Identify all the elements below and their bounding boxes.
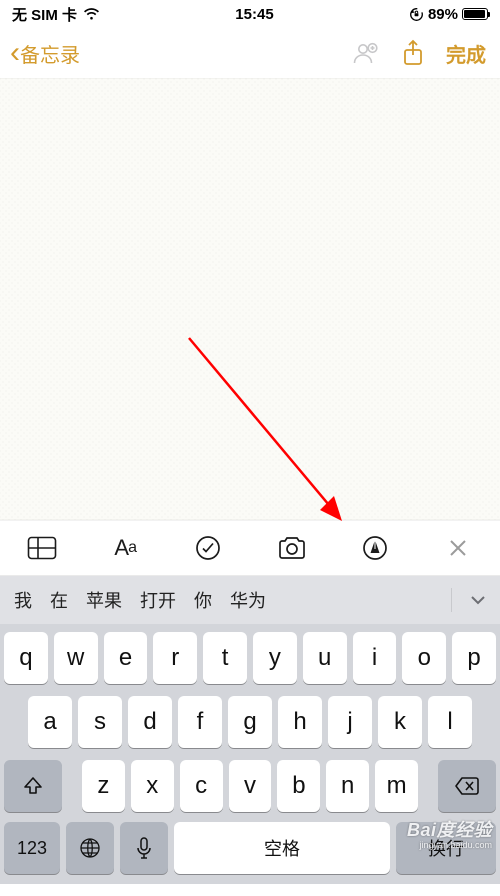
key-f[interactable]: f xyxy=(178,696,222,748)
key-g[interactable]: g xyxy=(228,696,272,748)
checkmark-circle-icon xyxy=(195,535,221,561)
table-button[interactable] xyxy=(22,528,62,568)
suggestion-item[interactable]: 苹果 xyxy=(82,583,126,617)
shift-key[interactable] xyxy=(4,760,62,812)
key-l[interactable]: l xyxy=(428,696,472,748)
format-a-small: a xyxy=(128,539,136,557)
key-y[interactable]: y xyxy=(253,632,297,684)
dictation-key[interactable] xyxy=(120,822,168,874)
collaborate-button[interactable] xyxy=(344,33,386,73)
back-button[interactable]: ‹ 备忘录 xyxy=(10,38,80,68)
globe-key[interactable] xyxy=(66,822,114,874)
expand-suggestions-button[interactable] xyxy=(462,595,494,605)
camera-button[interactable] xyxy=(272,528,312,568)
battery-icon xyxy=(462,8,488,20)
toolbar-close-button[interactable] xyxy=(438,528,478,568)
key-b[interactable]: b xyxy=(277,760,320,812)
markup-button[interactable] xyxy=(355,528,395,568)
key-x[interactable]: x xyxy=(131,760,174,812)
key-t[interactable]: t xyxy=(203,632,247,684)
key-a[interactable]: a xyxy=(28,696,72,748)
key-q[interactable]: q xyxy=(4,632,48,684)
key-r[interactable]: r xyxy=(153,632,197,684)
pen-circle-icon xyxy=(362,535,388,561)
key-k[interactable]: k xyxy=(378,696,422,748)
person-add-icon xyxy=(351,41,379,65)
suggestion-item[interactable]: 我 xyxy=(10,583,36,617)
done-button[interactable]: 完成 xyxy=(446,39,486,68)
key-s[interactable]: s xyxy=(78,696,122,748)
key-i[interactable]: i xyxy=(353,632,397,684)
key-u[interactable]: u xyxy=(303,632,347,684)
chevron-left-icon: ‹ xyxy=(10,38,20,68)
watermark: Bai度经验 jingyan.baidu.com xyxy=(407,816,492,850)
annotation-arrow xyxy=(184,333,354,533)
share-icon xyxy=(402,39,424,67)
text-format-button[interactable]: Aa xyxy=(105,528,145,568)
space-key[interactable]: 空格 xyxy=(174,822,390,874)
rotation-lock-icon xyxy=(409,7,424,22)
key-h[interactable]: h xyxy=(278,696,322,748)
key-z[interactable]: z xyxy=(82,760,125,812)
wifi-icon xyxy=(83,8,100,21)
key-v[interactable]: v xyxy=(229,760,272,812)
checklist-button[interactable] xyxy=(188,528,228,568)
key-c[interactable]: c xyxy=(180,760,223,812)
key-d[interactable]: d xyxy=(128,696,172,748)
suggestion-item[interactable]: 你 xyxy=(190,583,216,617)
suggestion-item[interactable]: 在 xyxy=(46,583,72,617)
format-a-large: A xyxy=(114,535,128,561)
table-icon xyxy=(27,536,57,560)
shift-icon xyxy=(22,775,44,797)
numbers-key[interactable]: 123 xyxy=(4,822,60,874)
key-p[interactable]: p xyxy=(452,632,496,684)
globe-icon xyxy=(79,837,101,859)
suggestion-item[interactable]: 华为 xyxy=(226,583,270,617)
divider xyxy=(451,588,452,612)
carrier-label: 无 SIM 卡 xyxy=(12,4,77,25)
chevron-down-icon xyxy=(470,595,486,605)
delete-key[interactable] xyxy=(438,760,496,812)
battery-pct: 89% xyxy=(428,6,458,23)
back-label: 备忘录 xyxy=(20,39,80,68)
suggestion-bar: 我 在 苹果 打开 你 华为 xyxy=(0,576,500,624)
key-e[interactable]: e xyxy=(104,632,148,684)
share-button[interactable] xyxy=(392,33,434,73)
watermark-main: Bai度经验 xyxy=(407,816,492,842)
key-w[interactable]: w xyxy=(54,632,98,684)
key-o[interactable]: o xyxy=(402,632,446,684)
key-n[interactable]: n xyxy=(326,760,369,812)
note-editor[interactable] xyxy=(0,78,500,520)
clock: 15:45 xyxy=(235,6,273,23)
close-icon xyxy=(448,538,468,558)
delete-icon xyxy=(454,776,480,796)
key-j[interactable]: j xyxy=(328,696,372,748)
watermark-sub: jingyan.baidu.com xyxy=(407,840,492,850)
suggestion-item[interactable]: 打开 xyxy=(136,583,180,617)
mic-icon xyxy=(136,836,152,860)
camera-icon xyxy=(277,536,307,560)
key-m[interactable]: m xyxy=(375,760,418,812)
